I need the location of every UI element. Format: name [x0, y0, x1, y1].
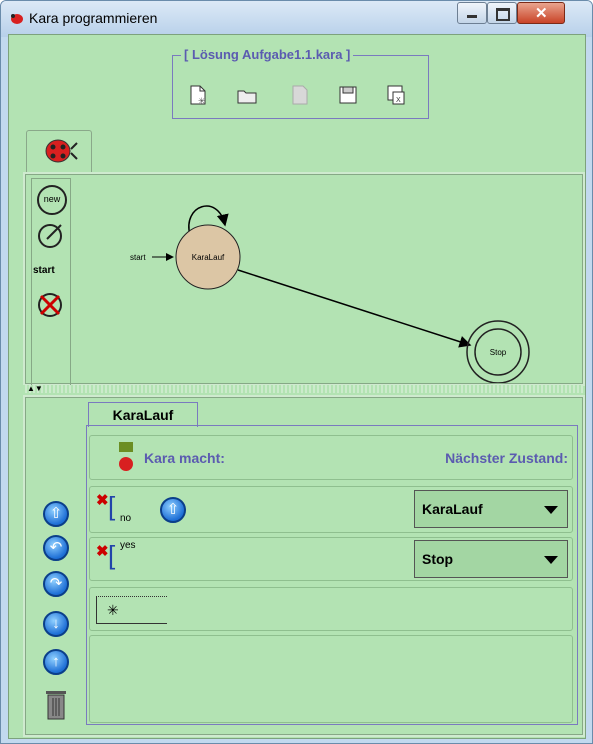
state-node-karalauf[interactable]: KaraLauf [175, 224, 241, 290]
turn-left-button[interactable]: ↶ [43, 535, 69, 561]
empty-row-area [89, 635, 573, 723]
trash-icon[interactable] [43, 687, 69, 721]
start-label: start [130, 253, 146, 262]
minimize-button[interactable] [457, 2, 487, 24]
remove-leaf-button[interactable]: ↑ [43, 649, 69, 675]
table-header: Kara macht: Nächster Zustand: [89, 435, 573, 480]
state-diagram-panel: new start start KaraLauf Stop [23, 172, 585, 386]
tab-karalauf[interactable]: KaraLauf [88, 402, 198, 427]
next-state-label: Nächster Zustand: [445, 450, 568, 466]
edit-state-icon[interactable] [37, 221, 65, 249]
main-content: [ Lösung Aufgabe1.1.kara ] ✳ X new start… [8, 34, 586, 739]
up-arrow-icon[interactable]: ⇧ [160, 497, 186, 523]
window-title: Kara programmieren [29, 10, 158, 26]
new-transition-row[interactable]: ✳ [89, 587, 573, 631]
next-state-dropdown[interactable]: KaraLauf [414, 490, 568, 528]
close-button[interactable]: ✕ [517, 2, 565, 24]
kara-macht-label: Kara macht: [144, 450, 225, 466]
svg-text:X: X [396, 97, 401, 104]
svg-text:Stop: Stop [490, 348, 507, 357]
sensor-bracket: [ [108, 491, 116, 521]
reload-icon [292, 85, 308, 105]
transition-arrow [237, 269, 472, 348]
svg-text:KaraLauf: KaraLauf [192, 253, 225, 262]
chevron-down-icon [544, 556, 558, 564]
svg-text:✳: ✳ [198, 96, 206, 106]
next-state-dropdown[interactable]: Stop [414, 540, 568, 578]
ladybug-icon [11, 14, 23, 24]
panel-splitter[interactable]: ▲▼ [23, 385, 583, 393]
new-state-icon[interactable]: new [37, 185, 67, 215]
save-icon[interactable] [337, 84, 359, 106]
tab-kara[interactable] [26, 130, 92, 173]
file-title: [ Lösung Aufgabe1.1.kara ] [181, 47, 354, 62]
sensor-icon [119, 442, 133, 471]
maximize-button[interactable] [487, 2, 517, 24]
diagram-tools: new start [31, 178, 71, 386]
sensor-value: yes [120, 540, 136, 551]
delete-state-icon[interactable] [37, 291, 65, 319]
move-forward-button[interactable]: ⇧ [43, 501, 69, 527]
ladybug-tab-icon [45, 139, 78, 163]
start-state-tool[interactable]: start [33, 265, 55, 276]
transition-row: ✖ [ no ⇧ KaraLauf [89, 486, 573, 533]
sensor-value: no [120, 513, 132, 524]
transition-row: ✖ [ yes Stop [89, 537, 573, 581]
open-folder-icon[interactable] [236, 84, 258, 106]
window: Kara programmieren ✕ [ Lösung Aufgabe1.1… [0, 0, 593, 744]
close-icon: ✕ [535, 5, 548, 22]
state-diagram: start KaraLauf Stop [130, 205, 530, 383]
put-leaf-button[interactable]: ↓ [43, 611, 69, 637]
state-node-stop[interactable]: Stop [466, 320, 530, 383]
save-as-icon[interactable]: X [385, 84, 407, 106]
chevron-down-icon [544, 506, 558, 514]
new-transition-icon[interactable]: ✳ [96, 596, 167, 624]
delete-row-icon[interactable]: ✖ [96, 491, 109, 509]
title-bar[interactable]: Kara programmieren ✕ [1, 1, 592, 37]
turn-right-button[interactable]: ↷ [43, 571, 69, 597]
new-file-icon[interactable]: ✳ [187, 84, 209, 106]
delete-row-icon[interactable]: ✖ [96, 542, 109, 560]
sensor-bracket: [ [108, 540, 116, 570]
splitter-arrows-icon[interactable]: ▲▼ [27, 385, 43, 393]
